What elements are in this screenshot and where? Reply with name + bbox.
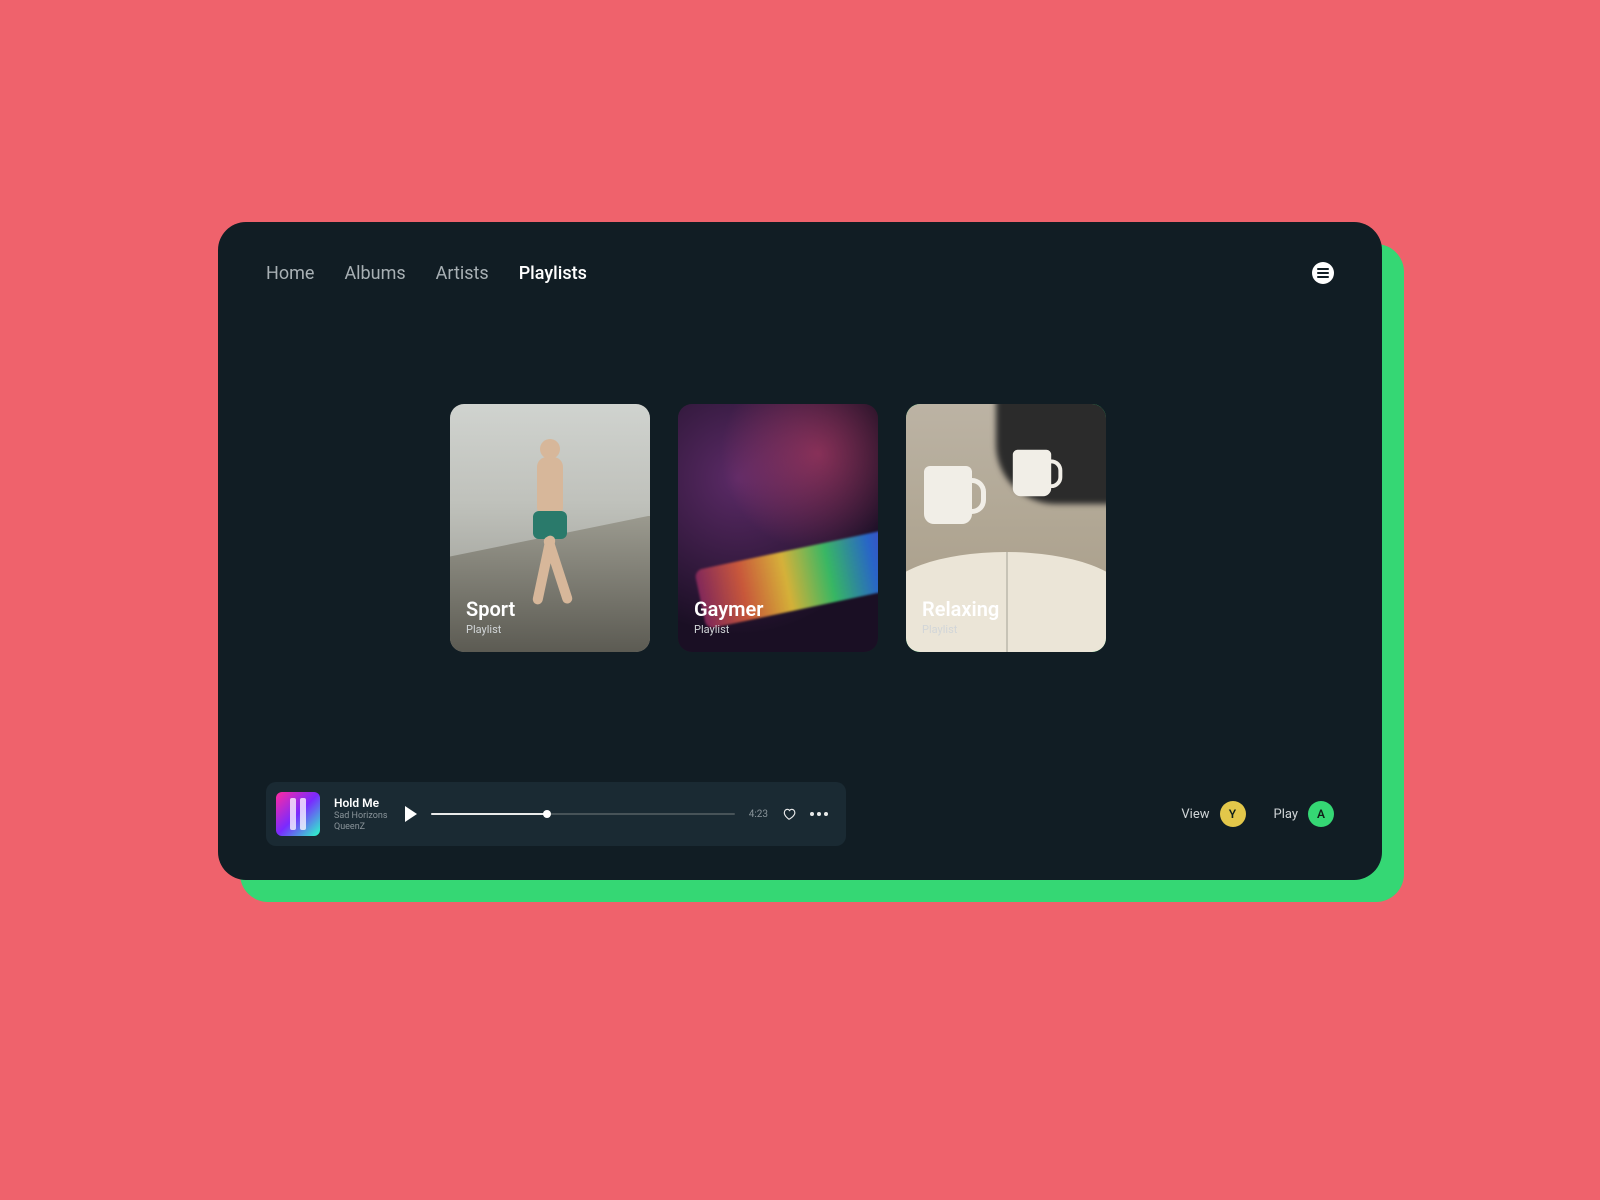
playlist-subtitle: Playlist [694, 623, 764, 636]
album-art[interactable] [276, 792, 320, 836]
play-label: Play [1274, 807, 1299, 822]
nav-albums[interactable]: Albums [344, 263, 405, 284]
playlist-subtitle: Playlist [466, 623, 515, 636]
bottom-bar: Hold Me Sad Horizons QueenZ 4:23 View [266, 782, 1334, 846]
nav-artists[interactable]: Artists [436, 263, 489, 284]
track-artist: QueenZ [334, 822, 387, 832]
menu-icon[interactable] [1312, 262, 1334, 284]
y-key-icon: Y [1220, 801, 1246, 827]
playlist-subtitle: Playlist [922, 623, 999, 636]
track-album: Sad Horizons [334, 811, 387, 821]
track-title: Hold Me [334, 796, 387, 810]
nav-home[interactable]: Home [266, 263, 314, 284]
nav-tabs: Home Albums Artists Playlists [266, 263, 587, 284]
backdrop: Home Albums Artists Playlists Sport [0, 0, 1600, 1200]
nav-playlists[interactable]: Playlists [519, 263, 587, 284]
track-info: Hold Me Sad Horizons QueenZ [334, 796, 387, 832]
play-button[interactable]: Play A [1274, 801, 1335, 827]
heart-icon[interactable] [782, 807, 796, 821]
playlist-card-gaymer[interactable]: Gaymer Playlist [678, 404, 878, 652]
playlist-card-relaxing[interactable]: Relaxing Playlist [906, 404, 1106, 652]
play-icon[interactable] [405, 806, 417, 822]
more-icon[interactable] [810, 812, 828, 816]
track-duration: 4:23 [749, 809, 768, 820]
playlist-title: Sport [466, 597, 515, 621]
playlist-title: Gaymer [694, 597, 764, 621]
now-playing-bar: Hold Me Sad Horizons QueenZ 4:23 [266, 782, 846, 846]
view-button[interactable]: View Y [1181, 801, 1245, 827]
progress-bar[interactable] [431, 813, 734, 815]
top-nav: Home Albums Artists Playlists [266, 262, 1334, 284]
playlist-card-sport[interactable]: Sport Playlist [450, 404, 650, 652]
music-app-window: Home Albums Artists Playlists Sport [218, 222, 1382, 880]
view-label: View [1181, 807, 1209, 822]
playlist-cards: Sport Playlist Gaymer Playlist Rel [266, 404, 1334, 652]
gamepad-hints: View Y Play A [1181, 801, 1334, 827]
playlist-title: Relaxing [922, 597, 999, 621]
a-key-icon: A [1308, 801, 1334, 827]
